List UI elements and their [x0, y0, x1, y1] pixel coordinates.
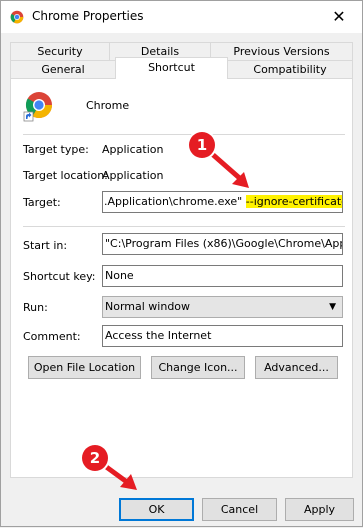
chrome-icon: [10, 10, 24, 24]
close-icon: ✕: [332, 7, 346, 26]
window-title: Chrome Properties: [32, 9, 144, 23]
properties-window: Chrome Properties ✕ Security Details Pre…: [0, 0, 363, 527]
run-select[interactable]: Normal window ▼: [102, 296, 343, 318]
apply-button[interactable]: Apply: [285, 498, 354, 521]
shortcut-key-label: Shortcut key:: [23, 270, 96, 283]
run-select-value: Normal window: [105, 300, 191, 313]
change-icon-button[interactable]: Change Icon...: [151, 356, 245, 379]
ok-button[interactable]: OK: [119, 498, 194, 521]
app-name: Chrome: [86, 99, 130, 112]
tab-security[interactable]: Security: [10, 42, 110, 61]
advanced-button[interactable]: Advanced...: [255, 356, 338, 379]
target-location-value: Application: [102, 169, 164, 182]
cancel-button[interactable]: Cancel: [202, 498, 277, 521]
tab-previous-versions[interactable]: Previous Versions: [210, 42, 353, 61]
target-type-value: Application: [102, 143, 164, 156]
target-label: Target:: [23, 196, 61, 209]
start-in-field[interactable]: "C:\Program Files (x86)\Google\Chrome\Ap…: [102, 233, 343, 255]
target-type-label: Target type:: [23, 143, 89, 156]
open-file-location-button[interactable]: Open File Location: [28, 356, 141, 379]
divider: [23, 134, 345, 135]
tab-compatibility[interactable]: Compatibility: [227, 60, 353, 79]
target-flag-highlight: --ignore-certificate-errors: [245, 195, 342, 208]
title-bar: Chrome Properties ✕: [1, 1, 362, 33]
run-label: Run:: [23, 301, 48, 314]
tab-shortcut[interactable]: Shortcut: [115, 57, 228, 79]
close-button[interactable]: ✕: [316, 1, 362, 32]
divider: [23, 226, 345, 227]
chrome-icon: [23, 92, 53, 122]
tab-general[interactable]: General: [10, 60, 116, 79]
target-path-text: .Application\chrome.exe": [104, 195, 246, 208]
target-location-label: Target location:: [23, 169, 108, 182]
start-in-label: Start in:: [23, 239, 68, 252]
comment-label: Comment:: [23, 330, 81, 343]
callout-badge-1: 1: [189, 132, 215, 158]
comment-field[interactable]: Access the Internet: [102, 325, 343, 347]
chevron-down-icon: ▼: [329, 302, 336, 312]
callout-badge-2: 2: [82, 445, 108, 471]
shortcut-key-field[interactable]: None: [102, 265, 343, 287]
target-field[interactable]: .Application\chrome.exe" --ignore-certif…: [102, 191, 343, 213]
